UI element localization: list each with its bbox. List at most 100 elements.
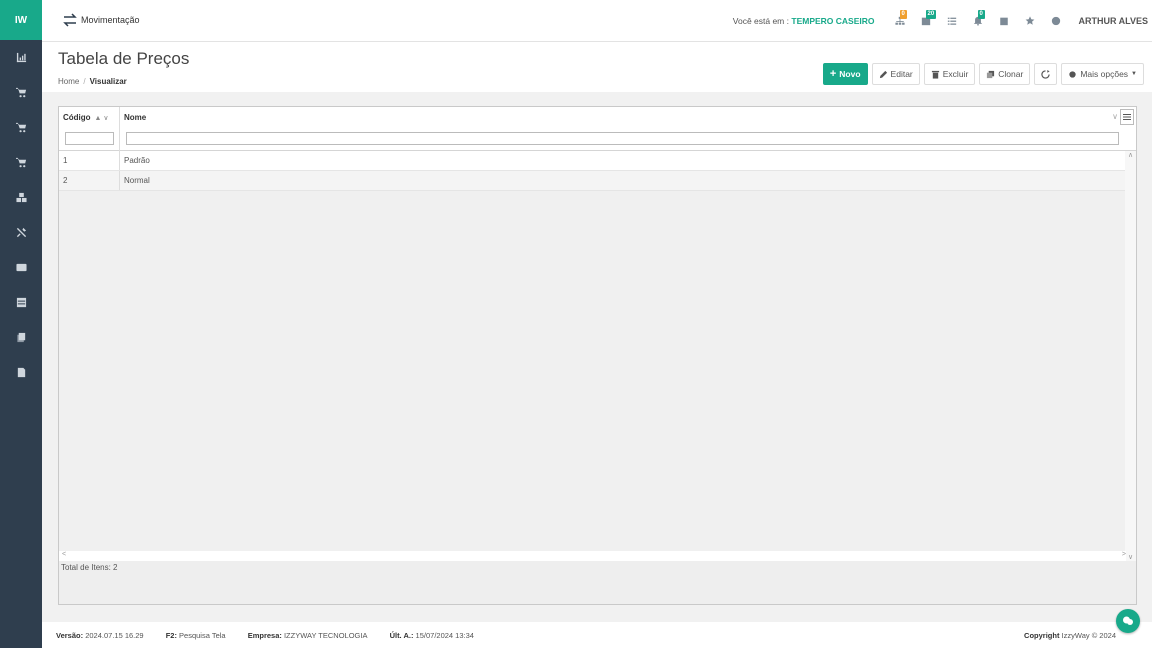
cell-codigo: 2: [59, 171, 120, 190]
topbar-right: Você está em : TEMPERO CASEIRO 0 20 0 AR…: [733, 0, 1148, 42]
file-icon: [17, 367, 25, 378]
question-icon: [1051, 16, 1060, 26]
total-items: Total de Itens: 2: [61, 563, 118, 572]
filter-codigo-input[interactable]: [65, 132, 114, 145]
chat-button[interactable]: [1116, 609, 1140, 633]
sidebar-item-documents[interactable]: [0, 320, 42, 355]
favorites-button[interactable]: [1019, 10, 1041, 32]
notifications-badge: 0: [977, 10, 985, 19]
tasks-button[interactable]: [941, 10, 963, 32]
chat-icon: [1123, 616, 1133, 625]
sidebar-item-finance[interactable]: [0, 250, 42, 285]
sidebar-item-tables[interactable]: [0, 285, 42, 320]
chevron-down-icon[interactable]: ∨: [1112, 112, 1118, 121]
calendar-alt-icon: [999, 17, 1008, 26]
version-value: 2024.07.15 16.29: [85, 631, 144, 640]
filter-nome-input[interactable]: [126, 132, 1119, 145]
trash-icon: [931, 70, 939, 79]
breadcrumb: Home / Visualizar: [58, 77, 127, 86]
scroll-up-icon[interactable]: ∧: [1125, 151, 1136, 159]
cart-icon: [15, 157, 26, 168]
copy-icon: [16, 332, 25, 343]
sidebar-item-sales[interactable]: [0, 75, 42, 110]
column-header-nome[interactable]: Nome ∨: [120, 107, 1136, 151]
card-icon: [15, 263, 27, 272]
star-icon: [1025, 16, 1034, 25]
last-access-value: 15/07/2024 13:34: [415, 631, 474, 640]
horizontal-scrollbar[interactable]: < >: [59, 551, 1126, 561]
refresh-icon: [1041, 69, 1051, 79]
f2-label: F2:: [165, 631, 177, 640]
page-header: Tabela de Preços Home / Visualizar + Novo …: [42, 42, 1152, 92]
new-button-label: Novo: [839, 69, 861, 79]
gear-icon: [1069, 70, 1076, 78]
sort-asc-icon[interactable]: ▲ ∨: [95, 114, 109, 122]
vertical-scrollbar[interactable]: ∧ ∨: [1125, 151, 1136, 561]
breadcrumb-current: Visualizar: [89, 77, 127, 86]
column-menu-button[interactable]: [1120, 109, 1134, 125]
sidebar-item-services[interactable]: [0, 215, 42, 250]
calendar-badge: 20: [925, 10, 937, 19]
table-row[interactable]: 1 Padrão: [59, 151, 1126, 171]
location-name[interactable]: TEMPERO CASEIRO: [791, 16, 874, 26]
sidebar-item-orders[interactable]: [0, 145, 42, 180]
edit-button[interactable]: Editar: [871, 63, 920, 85]
agenda-button[interactable]: [993, 10, 1015, 32]
grid-body: 1 Padrão 2 Normal: [59, 151, 1126, 551]
copyright-label: Copyright: [1024, 631, 1060, 640]
table-row[interactable]: 2 Normal: [59, 171, 1126, 191]
clone-icon: [987, 70, 995, 78]
copyright: Copyright IzzyWay © 2024: [1024, 631, 1116, 640]
table-icon: [16, 297, 26, 308]
more-options-button[interactable]: Mais opções ▼: [1061, 63, 1144, 85]
clone-button[interactable]: Clonar: [979, 63, 1031, 85]
module-switch[interactable]: Movimentação: [62, 12, 140, 28]
refresh-button[interactable]: [1034, 63, 1058, 85]
sidebar-item-purchases[interactable]: [0, 110, 42, 145]
sitemap-button[interactable]: 0: [889, 10, 911, 32]
notifications-button[interactable]: 0: [967, 10, 989, 32]
footer: Versão: 2024.07.15 16.29 F2: Pesquisa Te…: [42, 622, 1152, 648]
footer-info: Versão: 2024.07.15 16.29 F2: Pesquisa Te…: [56, 631, 494, 640]
scroll-right-icon[interactable]: >: [1122, 551, 1126, 558]
action-toolbar: + Novo Editar Excluir Clonar Mais opções…: [822, 63, 1144, 85]
f2-value: Pesquisa Tela: [179, 631, 226, 640]
column-header-codigo[interactable]: Código ▲ ∨: [59, 107, 120, 151]
sitemap-badge: 0: [899, 10, 907, 19]
menu-icon: [1123, 114, 1131, 120]
scroll-down-icon[interactable]: ∨: [1125, 553, 1136, 561]
cell-nome: Normal: [124, 176, 150, 185]
sidebar-item-dashboard[interactable]: [0, 40, 42, 75]
plus-icon: +: [829, 68, 837, 80]
help-button[interactable]: [1045, 10, 1067, 32]
delete-button-label: Excluir: [942, 69, 969, 79]
sidebar-item-reports[interactable]: [0, 355, 42, 390]
last-access-label: Últ. A.:: [389, 631, 414, 640]
cubes-icon: [15, 192, 27, 203]
user-menu[interactable]: ARTHUR ALVES: [1079, 16, 1149, 26]
caret-down-icon: ▼: [1131, 71, 1137, 77]
location-indicator: Você está em : TEMPERO CASEIRO: [733, 16, 875, 26]
module-label: Movimentação: [81, 15, 140, 25]
sidebar: IW: [0, 0, 42, 648]
topbar: Movimentação Você está em : TEMPERO CASE…: [42, 0, 1152, 42]
breadcrumb-home[interactable]: Home: [58, 77, 79, 86]
edit-button-label: Editar: [890, 69, 913, 79]
company-value: IZZYWAY TECNOLOGIA: [283, 631, 368, 640]
pencil-icon: [879, 70, 887, 78]
arrows-exchange-icon: [63, 13, 77, 27]
new-button[interactable]: + Novo: [822, 63, 868, 85]
calendar-button[interactable]: 20: [915, 10, 937, 32]
delete-button[interactable]: Excluir: [923, 63, 976, 85]
list-icon: [947, 17, 956, 25]
sidebar-item-stock[interactable]: [0, 180, 42, 215]
chart-icon: [16, 52, 26, 63]
app-logo[interactable]: IW: [0, 0, 42, 40]
breadcrumb-separator: /: [83, 77, 86, 86]
company-label: Empresa:: [247, 631, 282, 640]
tools-icon: [16, 227, 26, 238]
scroll-left-icon[interactable]: <: [62, 551, 66, 558]
grid-header: Código ▲ ∨ Nome ∨: [59, 107, 1136, 151]
more-options-label: Mais opções: [1080, 69, 1129, 79]
location-prefix: Você está em :: [732, 16, 789, 26]
